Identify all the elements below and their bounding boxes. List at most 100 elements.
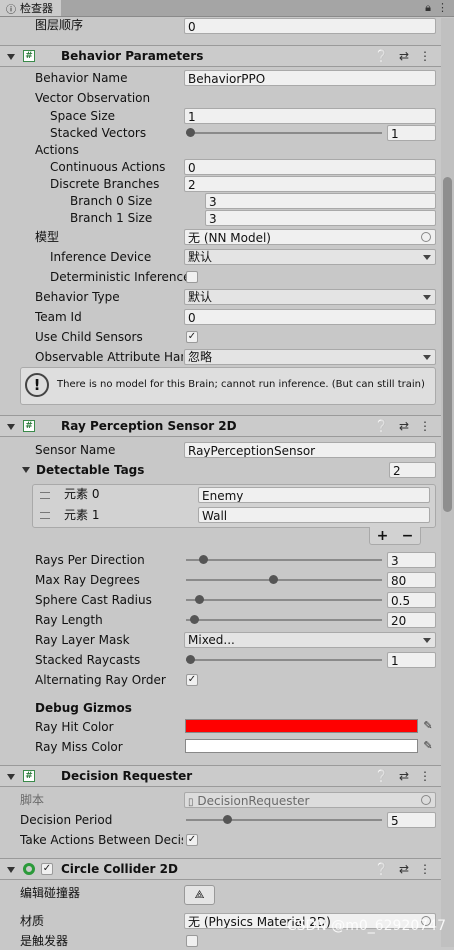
- kebab-icon[interactable]: ⋮: [419, 769, 431, 783]
- detectable-tags-label[interactable]: Detectable Tags: [36, 461, 144, 479]
- sphere-cast-radius-field[interactable]: 0.5: [387, 592, 436, 608]
- rays-per-direction-field[interactable]: 3: [387, 552, 436, 568]
- inference-device-dropdown[interactable]: 默认: [184, 249, 436, 265]
- sphere-cast-radius-slider[interactable]: [186, 593, 382, 607]
- watermark-text: CSDN @m0_62920747: [286, 918, 446, 934]
- max-ray-degrees-field[interactable]: 80: [387, 572, 436, 588]
- slider-thumb[interactable]: [186, 128, 195, 137]
- preset-icon[interactable]: ⇄: [399, 419, 409, 433]
- component-title: Circle Collider 2D: [61, 862, 178, 876]
- eyedropper-icon[interactable]: ✎: [421, 719, 435, 733]
- ray-sensor-header[interactable]: # Ray Perception Sensor 2D ❔ ⇄ ⋮: [0, 415, 441, 437]
- slider-thumb[interactable]: [195, 595, 205, 604]
- max-ray-degrees-slider[interactable]: [186, 573, 382, 587]
- decision-period-label: Decision Period: [20, 813, 113, 827]
- decision-period-slider[interactable]: [186, 813, 382, 827]
- rays-per-direction-slider[interactable]: [186, 553, 382, 567]
- help-icon[interactable]: ❔: [374, 862, 389, 876]
- rays-per-direction-label: Rays Per Direction: [35, 553, 145, 567]
- component-enabled-checkbox[interactable]: ✓: [41, 863, 53, 875]
- foldout-arrow-icon[interactable]: [7, 774, 15, 780]
- stacked-raycasts-label: Stacked Raycasts: [35, 653, 141, 667]
- discrete-branches-field[interactable]: 2: [184, 176, 436, 192]
- tab-inspector[interactable]: ⓘ 检查器: [0, 0, 61, 16]
- remove-element-button[interactable]: −: [402, 528, 414, 544]
- tag-element-label: 元素 0: [64, 487, 100, 501]
- stacked-raycasts-slider[interactable]: [186, 653, 382, 667]
- alternating-ray-order-label: Alternating Ray Order: [35, 673, 166, 687]
- behavior-parameters-header[interactable]: # Behavior Parameters ❔ ⇄ ⋮: [0, 45, 441, 67]
- kebab-icon[interactable]: ⋮: [437, 1, 448, 15]
- take-actions-checkbox[interactable]: ✓: [186, 834, 198, 846]
- lock-icon[interactable]: 🔒︎: [425, 1, 431, 15]
- deterministic-inference-checkbox[interactable]: [186, 271, 198, 283]
- ray-miss-color-swatch[interactable]: [185, 739, 418, 753]
- is-trigger-checkbox[interactable]: [186, 935, 198, 947]
- drag-handle-icon[interactable]: [40, 492, 50, 499]
- slider-thumb[interactable]: [199, 555, 209, 564]
- drag-handle-icon[interactable]: [40, 512, 50, 519]
- alternating-ray-order-checkbox[interactable]: ✓: [186, 674, 198, 686]
- observable-attribute-dropdown[interactable]: 忽略: [184, 349, 436, 365]
- slider-thumb[interactable]: [186, 655, 195, 664]
- ray-miss-color-label: Ray Miss Color: [35, 740, 123, 754]
- sensor-name-field[interactable]: RayPerceptionSensor: [184, 442, 436, 458]
- object-picker-icon[interactable]: [421, 232, 431, 242]
- component-title: Ray Perception Sensor 2D: [61, 419, 237, 433]
- max-ray-degrees-label: Max Ray Degrees: [35, 573, 140, 587]
- branch-0-size-field[interactable]: 3: [205, 193, 436, 209]
- header-icons: ❔ ⇄ ⋮: [374, 769, 431, 783]
- behavior-name-field[interactable]: BehaviorPPO: [184, 70, 436, 86]
- foldout-arrow-icon[interactable]: [7, 54, 15, 60]
- ray-layer-mask-label: Ray Layer Mask: [35, 633, 130, 647]
- ray-length-field[interactable]: 20: [387, 612, 436, 628]
- help-icon[interactable]: ❔: [374, 49, 389, 63]
- tag-element-label: 元素 1: [64, 508, 100, 522]
- scrollbar-thumb[interactable]: [443, 177, 452, 512]
- continuous-actions-field[interactable]: 0: [184, 159, 436, 175]
- script-value: DecisionRequester: [197, 794, 310, 808]
- layer-order-field[interactable]: 0: [184, 18, 436, 34]
- foldout-arrow-icon[interactable]: [7, 424, 15, 430]
- behavior-type-dropdown[interactable]: 默认: [184, 289, 436, 305]
- branch-1-size-field[interactable]: 3: [205, 210, 436, 226]
- space-size-label: Space Size: [50, 109, 116, 123]
- decision-period-field[interactable]: 5: [387, 812, 436, 828]
- kebab-icon[interactable]: ⋮: [419, 419, 431, 433]
- actions-label[interactable]: Actions: [35, 141, 79, 159]
- stacked-raycasts-field[interactable]: 1: [387, 652, 436, 668]
- slider-thumb[interactable]: [269, 575, 279, 584]
- foldout-arrow-icon[interactable]: [7, 867, 15, 873]
- eyedropper-icon[interactable]: ✎: [421, 739, 435, 753]
- ray-hit-color-swatch[interactable]: [185, 719, 418, 733]
- vector-observation-label[interactable]: Vector Observation: [35, 89, 150, 107]
- slider-thumb[interactable]: [223, 815, 233, 824]
- ray-layer-mask-dropdown[interactable]: Mixed...: [184, 632, 436, 648]
- tag-element-field[interactable]: Enemy: [198, 487, 430, 503]
- preset-icon[interactable]: ⇄: [399, 769, 409, 783]
- preset-icon[interactable]: ⇄: [399, 49, 409, 63]
- help-icon[interactable]: ❔: [374, 769, 389, 783]
- space-size-field[interactable]: 1: [184, 108, 436, 124]
- detectable-tags-foldout-icon[interactable]: [22, 467, 30, 473]
- decision-requester-header[interactable]: # Decision Requester ❔ ⇄ ⋮: [0, 765, 441, 787]
- team-id-label: Team Id: [35, 310, 82, 324]
- kebab-icon[interactable]: ⋮: [419, 862, 431, 876]
- stacked-vectors-slider[interactable]: [186, 126, 382, 140]
- ray-length-slider[interactable]: [186, 613, 382, 627]
- use-child-sensors-checkbox[interactable]: ✓: [186, 331, 198, 343]
- edit-collider-button[interactable]: ⟁: [184, 885, 215, 905]
- detectable-tags-count-field[interactable]: 2: [389, 462, 436, 478]
- component-title: Behavior Parameters: [61, 49, 204, 63]
- stacked-vectors-label: Stacked Vectors: [50, 126, 147, 140]
- preset-icon[interactable]: ⇄: [399, 862, 409, 876]
- stacked-vectors-field[interactable]: 1: [387, 125, 436, 141]
- tag-element-field[interactable]: Wall: [198, 507, 430, 523]
- team-id-field[interactable]: 0: [184, 309, 436, 325]
- slider-thumb[interactable]: [189, 615, 199, 624]
- circle-collider-header[interactable]: ✓ Circle Collider 2D ❔ ⇄ ⋮: [0, 858, 441, 880]
- add-element-button[interactable]: +: [377, 528, 389, 544]
- model-object-field[interactable]: 无 (NN Model): [184, 229, 436, 245]
- kebab-icon[interactable]: ⋮: [419, 49, 431, 63]
- help-icon[interactable]: ❔: [374, 419, 389, 433]
